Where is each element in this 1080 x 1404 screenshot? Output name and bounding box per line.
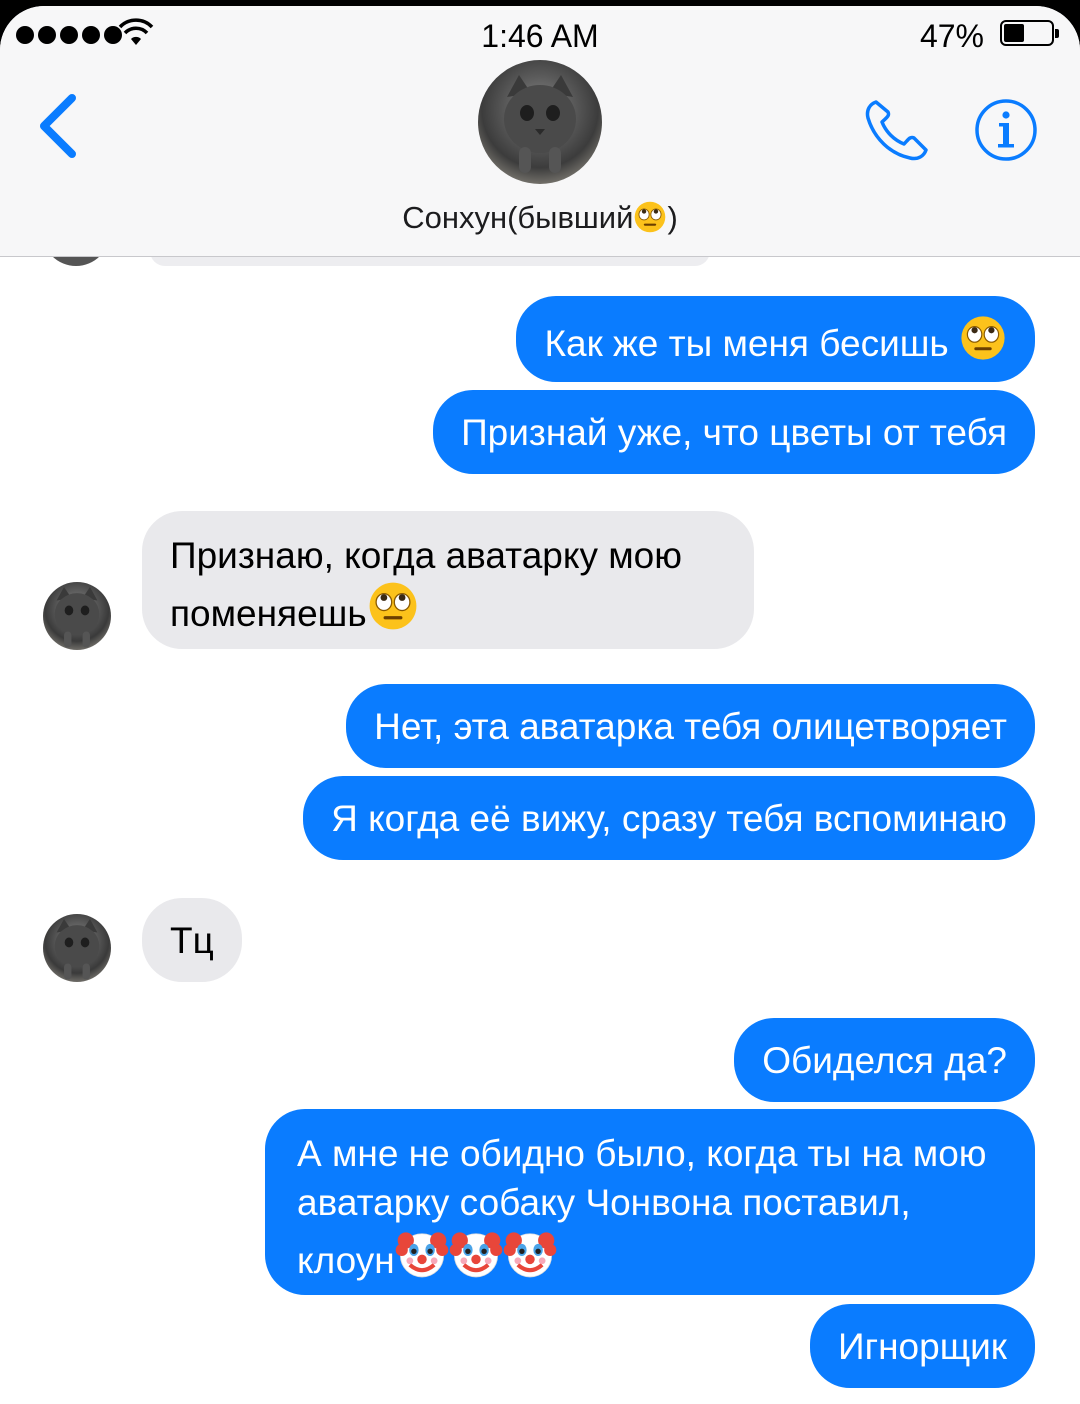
battery-percent: 47% [919,18,984,54]
contact-avatar-small[interactable] [43,914,111,982]
rolling-eyes-emoji-icon [369,582,417,630]
status-bar: 1:46 AM 47% [0,6,1080,62]
contact-avatar-small[interactable] [43,582,111,650]
chat-screen: 1:46 AM 47% Сонхун(бывший) Как же ты ме… [0,6,1080,1404]
clown-face-emoji-icon [503,1232,557,1278]
call-button[interactable] [862,94,932,164]
message-bubble-incoming[interactable]: Признаю, когда аватарку мою поменяешь [142,511,754,649]
info-button[interactable] [974,98,1038,162]
clown-face-emoji-icon [395,1232,449,1278]
cat-avatar-image [54,918,100,980]
cat-avatar-image [504,75,576,173]
message-bubble-outgoing[interactable]: Признай уже, что цветы от тебя [433,390,1035,474]
message-bubble-outgoing[interactable]: Нет, эта аватарка тебя олицетворяет [346,684,1035,768]
back-button[interactable] [32,90,88,162]
chat-header: 1:46 AM 47% Сонхун(бывший) [0,6,1080,257]
contact-name[interactable]: Сонхун(бывший ) [0,200,1080,236]
phone-icon [865,100,928,161]
battery-icon [1000,20,1059,46]
info-icon [975,99,1037,161]
message-bubble-outgoing[interactable]: Я когда её вижу, сразу тебя вспоминаю [303,776,1035,860]
clown-face-emoji-icon [449,1232,503,1278]
message-bubble-outgoing[interactable]: Обиделся да? [734,1018,1035,1102]
cat-avatar-image [54,586,100,648]
chevron-left-icon [40,94,76,158]
rolling-eyes-emoji-icon [635,201,666,233]
message-bubble-outgoing[interactable]: Как же ты меня бесишь [516,296,1035,382]
message-bubble-outgoing[interactable]: Игнорщик [810,1304,1035,1388]
device-frame: 1:46 AM 47% Сонхун(бывший) Как же ты ме… [0,0,1080,1404]
status-time: 1:46 AM [481,18,599,54]
rolling-eyes-emoji-icon [961,316,1005,360]
message-bubble-outgoing[interactable]: А мне не обидно было, когда ты на мою ав… [265,1109,1035,1295]
message-bubble-incoming[interactable]: Тц [142,898,242,982]
contact-avatar[interactable] [478,60,602,184]
